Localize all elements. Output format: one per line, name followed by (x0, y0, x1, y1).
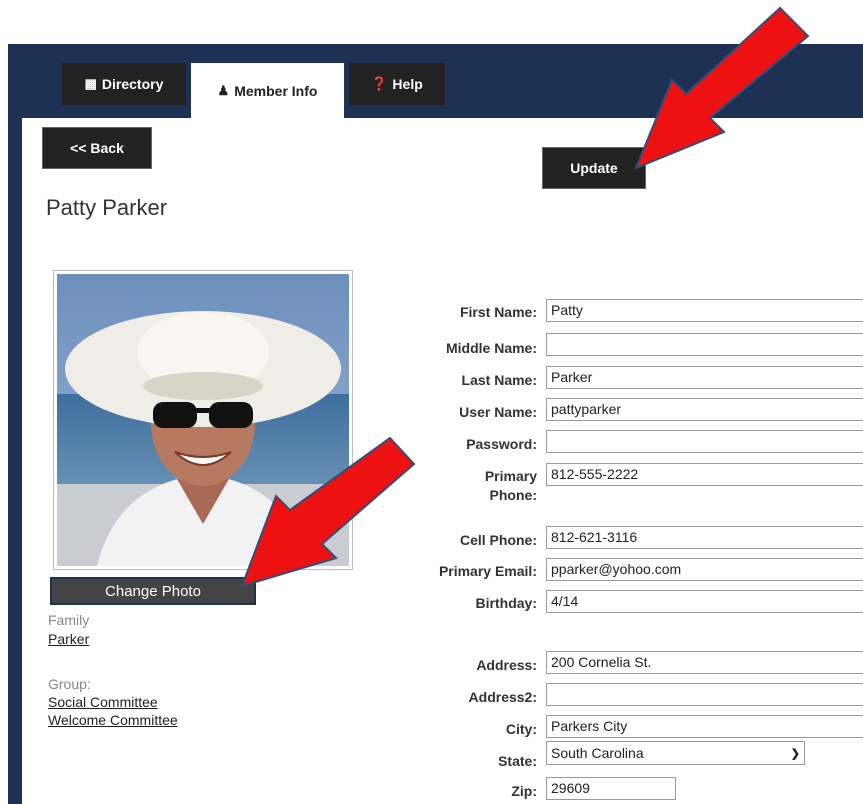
user-icon: ♟ (217, 83, 230, 98)
user-name-field[interactable]: pattyparker (546, 398, 863, 421)
primary-phone-label-line2: Phone: (489, 487, 537, 503)
primary-phone-label: Primary Phone: (485, 467, 537, 505)
tab-help[interactable]: ❓ Help (349, 63, 445, 105)
annotation-arrow-update (634, 6, 810, 170)
cell-phone-label: Cell Phone: (459, 532, 537, 548)
first-name-field[interactable]: Patty (546, 299, 863, 322)
primary-phone-label-line1: Primary (484, 468, 537, 484)
address2-label: Address2: (468, 689, 537, 705)
group-link-social-committee[interactable]: Social Committee (48, 694, 158, 710)
password-label: Password: (466, 436, 537, 452)
grid-icon: ▦ (84, 76, 97, 91)
group-link-welcome-committee[interactable]: Welcome Committee (48, 712, 178, 728)
tab-member-info-label: Member Info (234, 83, 318, 99)
birthday-label: Birthday: (475, 595, 537, 611)
state-select[interactable]: South Carolina ❯ (546, 741, 805, 765)
birthday-field[interactable]: 4/14 (546, 590, 863, 613)
address2-field[interactable] (546, 683, 863, 706)
tab-help-label: Help (392, 76, 423, 92)
primary-phone-field[interactable]: 812-555-2222 (546, 463, 863, 486)
address-label: Address: (476, 657, 537, 673)
state-label: State: (498, 753, 537, 769)
family-link[interactable]: Parker (48, 631, 89, 647)
first-name-label: First Name: (459, 304, 537, 320)
address-field[interactable]: 200 Cornelia St. (546, 651, 863, 674)
middle-name-field[interactable] (546, 333, 863, 356)
state-select-value: South Carolina (551, 745, 644, 761)
back-button[interactable]: << Back (42, 127, 152, 169)
tab-directory[interactable]: ▦ Directory (62, 63, 186, 105)
group-label: Group: (48, 676, 91, 692)
question-circle-icon: ❓ (371, 76, 388, 91)
last-name-field[interactable]: Parker (546, 366, 863, 389)
city-label: City: (505, 721, 537, 737)
user-name-label: User Name: (459, 404, 537, 420)
city-field[interactable]: Parkers City (546, 715, 863, 738)
family-label: Family (48, 612, 90, 628)
change-photo-button[interactable]: Change Photo (50, 577, 256, 605)
tab-directory-label: Directory (101, 76, 164, 92)
cell-phone-field[interactable]: 812-621-3116 (546, 526, 863, 549)
primary-email-label: Primary Email: (438, 563, 537, 579)
password-field[interactable] (546, 430, 863, 453)
page-title: Patty Parker (46, 195, 168, 220)
zip-label: Zip: (511, 783, 537, 799)
chevron-down-icon: ❯ (790, 747, 800, 760)
annotation-arrow-change-photo (240, 436, 416, 588)
primary-email-field[interactable]: pparker@yohoo.com (546, 558, 863, 581)
middle-name-label: Middle Name: (445, 340, 537, 356)
tab-member-info[interactable]: ♟ Member Info (191, 63, 344, 119)
zip-field[interactable]: 29609 (546, 777, 676, 800)
last-name-label: Last Name: (461, 372, 537, 388)
